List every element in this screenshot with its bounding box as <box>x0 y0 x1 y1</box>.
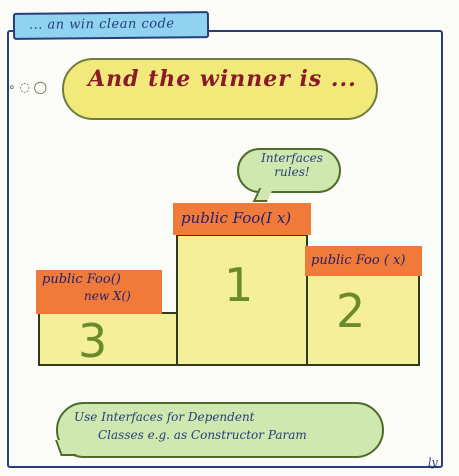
title-tab: ... an win clean code <box>12 11 210 40</box>
small-bubbles-decoration: ∘ ◌ ◯ <box>8 80 48 94</box>
rank-3-label: 3 <box>78 314 108 368</box>
advice-line1: Use Interfaces for Dependent <box>74 410 255 424</box>
author-signature: ly <box>428 456 438 469</box>
rank-1-label: 1 <box>224 258 254 312</box>
third-place-sign-line2: new X() <box>84 289 131 303</box>
callout-text: Interfaces rules! <box>252 151 332 179</box>
second-place-sign: public Foo ( x) <box>305 246 422 276</box>
title-tab-label: ... an win clean code <box>28 16 175 33</box>
headline-text: And the winner is ... <box>88 66 357 92</box>
rank-2-label: 2 <box>336 284 366 338</box>
podium-third-place <box>38 312 178 366</box>
callout-line2: rules! <box>274 165 310 179</box>
advice-line2: Classes e.g. as Constructor Param <box>98 428 307 442</box>
third-place-sign-line1: public Foo() <box>42 272 121 287</box>
callout-line1: Interfaces <box>261 151 323 165</box>
first-place-sign: public Foo(I x) <box>173 203 311 235</box>
third-place-sign: public Foo() new X() <box>36 270 162 314</box>
advice-text: Use Interfaces for Dependent Classes e.g… <box>74 408 374 444</box>
